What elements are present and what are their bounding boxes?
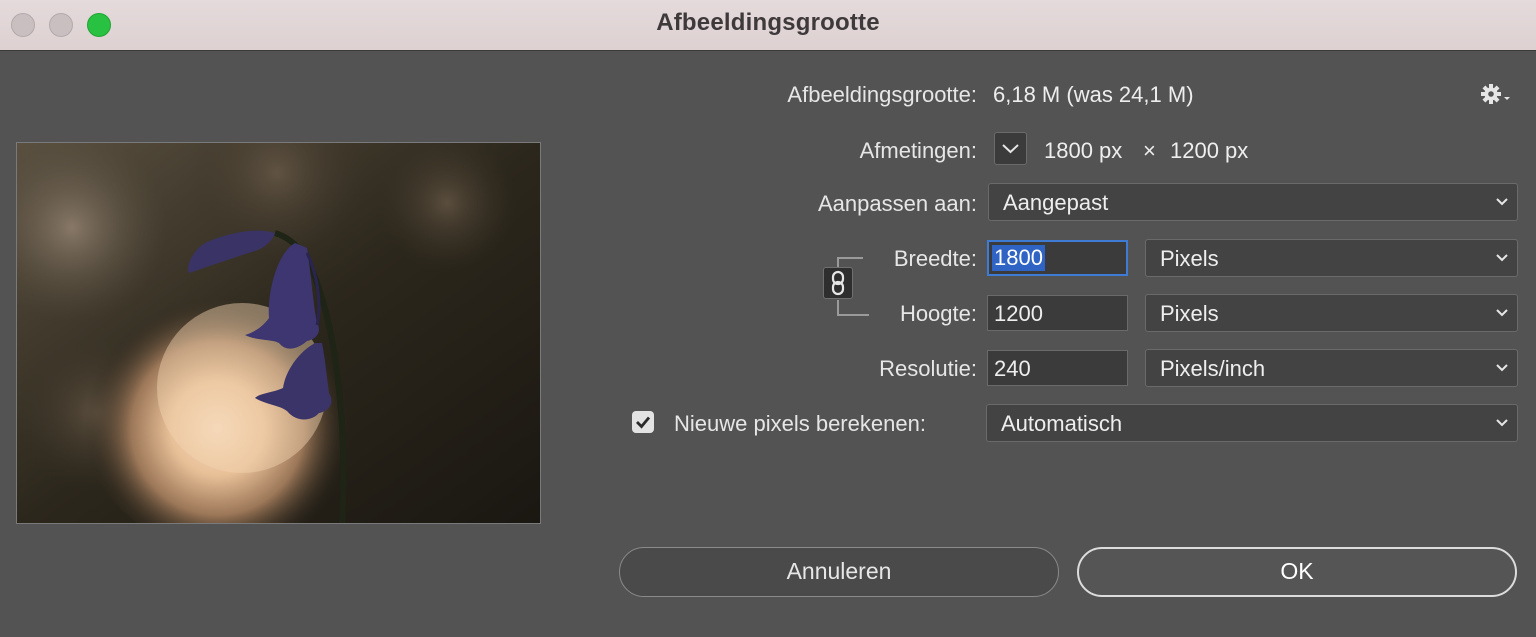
title-bar[interactable]: Afbeeldingsgrootte (0, 0, 1536, 51)
fit-to-label: Aanpassen aan: (817, 191, 977, 216)
width-unit-value: Pixels (1160, 246, 1219, 271)
window-title: Afbeeldingsgrootte (656, 9, 880, 36)
dimensions-toggle-button[interactable] (994, 132, 1027, 165)
chain-link-icon[interactable] (823, 267, 853, 299)
image-size-dialog: Afbeeldingsgrootte Afbeeldingsgrootte: 6… (0, 0, 1536, 637)
gear-icon[interactable] (1480, 82, 1512, 106)
dimensions-times: × (1143, 138, 1156, 163)
chevron-down-icon (1496, 254, 1508, 262)
height-unit-select[interactable]: Pixels (1145, 294, 1518, 332)
image-size-value: 6,18 M (was 24,1 M) (993, 82, 1194, 107)
resample-method-value: Automatisch (1001, 411, 1123, 436)
chevron-down-icon (1496, 309, 1508, 317)
height-input[interactable]: 1200 (987, 295, 1128, 331)
resolution-label: Resolutie: (879, 356, 977, 381)
dimensions-label: Afmetingen: (859, 138, 977, 163)
cancel-button[interactable]: Annuleren (619, 547, 1059, 597)
resample-checkbox[interactable] (632, 411, 654, 433)
image-size-label: Afbeeldingsgrootte: (787, 82, 977, 107)
resolution-unit-select[interactable]: Pixels/inch (1145, 349, 1518, 387)
height-unit-value: Pixels (1160, 301, 1219, 326)
resolution-unit-value: Pixels/inch (1160, 356, 1266, 381)
width-input[interactable]: 1800 (987, 240, 1128, 276)
height-value: 1200 (994, 301, 1043, 326)
chevron-down-icon (1496, 419, 1508, 427)
chevron-down-icon (1496, 198, 1508, 206)
resolution-value: 240 (994, 356, 1031, 381)
dimensions-height-value: 1200 px (1170, 138, 1249, 163)
width-label: Breedte: (893, 246, 977, 271)
height-label: Hoogte: (899, 301, 977, 326)
ok-button[interactable]: OK (1077, 547, 1517, 597)
resolution-input[interactable]: 240 (987, 350, 1128, 386)
width-value: 1800 (992, 245, 1045, 271)
fit-to-value: Aangepast (1003, 190, 1109, 215)
dimensions-width-value: 1800 px (1044, 138, 1123, 163)
checkmark-icon (636, 416, 651, 429)
image-preview[interactable] (16, 142, 541, 524)
chevron-down-icon (1496, 364, 1508, 372)
chevron-down-icon (1002, 144, 1019, 154)
bluebell-photo (17, 143, 540, 523)
resample-method-select[interactable]: Automatisch (986, 404, 1518, 442)
fit-to-select[interactable]: Aangepast (988, 183, 1518, 221)
width-unit-select[interactable]: Pixels (1145, 239, 1518, 277)
resample-label: Nieuwe pixels berekenen: (674, 411, 926, 436)
